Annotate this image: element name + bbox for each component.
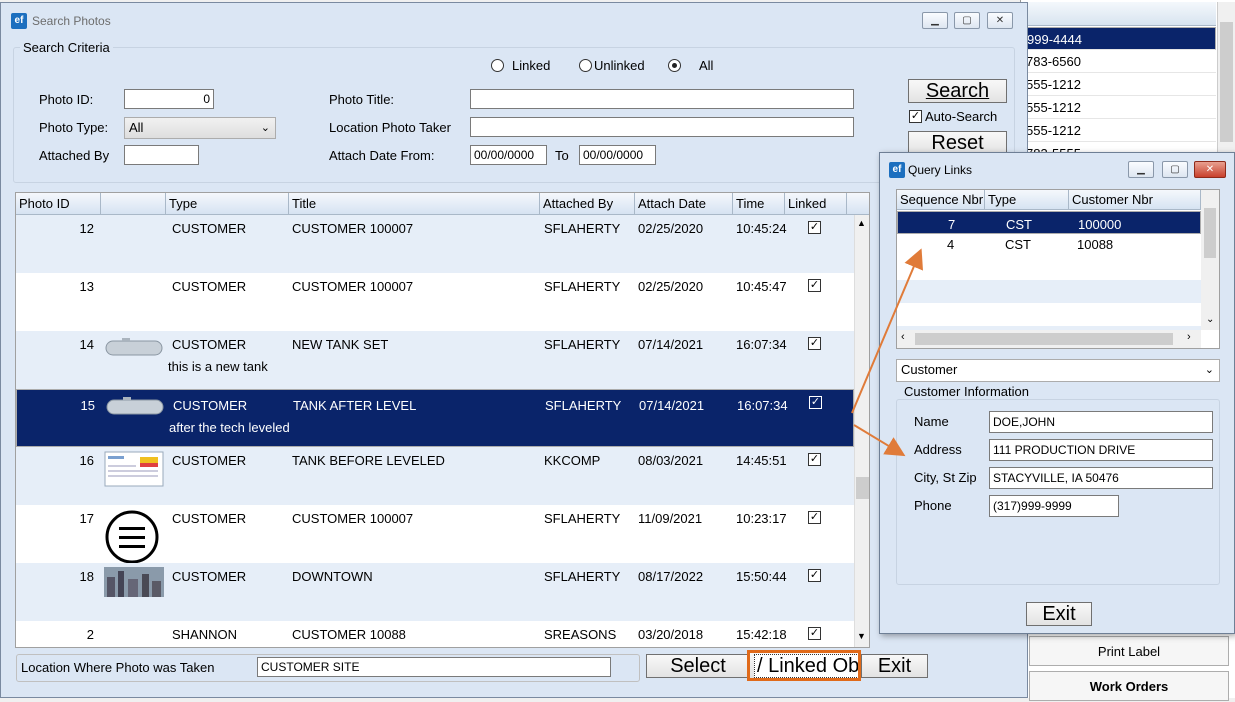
arrow-to-query-row: [851, 248, 923, 414]
arrow-to-customer-info: [853, 424, 906, 457]
annotation-arrows: [851, 248, 923, 457]
